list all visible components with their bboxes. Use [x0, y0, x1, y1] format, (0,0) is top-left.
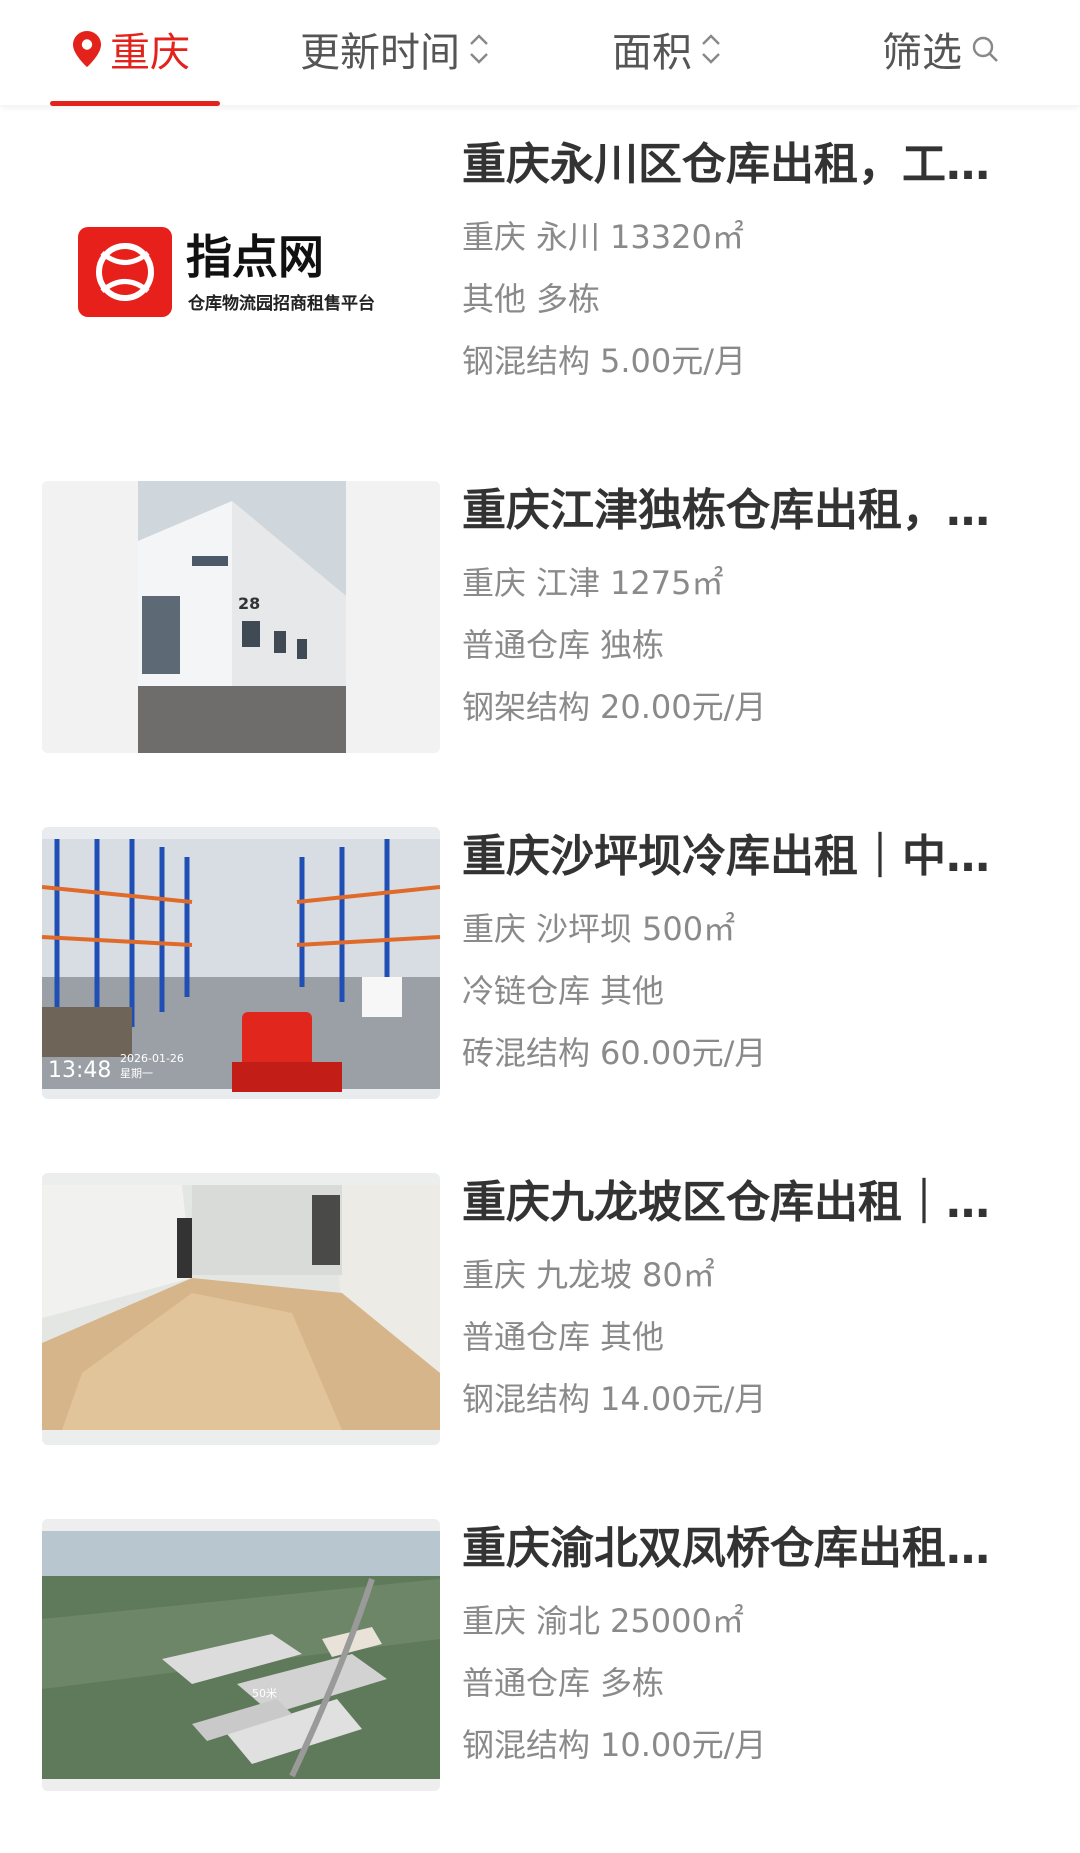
tab-area[interactable]: 面积 — [612, 18, 722, 80]
listing-district: 九龙坡 — [536, 1256, 633, 1294]
listing-area: 25000㎡ — [610, 1602, 744, 1640]
location-pin-icon — [72, 30, 102, 68]
listing-location: 重庆 江津 1275㎡ — [462, 563, 1007, 603]
listing-item[interactable]: 50米 重庆渝北双凤桥仓库出租… 重庆 渝北 25000㎡ 普通仓库 多栋 钢混结构 1… — [0, 1519, 1080, 1809]
photo-time: 13:48 — [48, 1058, 111, 1083]
listing-price-value: 5.00元/月 — [600, 342, 747, 380]
listing-info: 重庆九龙坡区仓库出租｜… 重庆 九龙坡 80㎡ 普通仓库 其他 钢混结构 14.00元/… — [462, 1173, 1007, 1419]
listing-area: 1275㎡ — [610, 564, 724, 602]
active-tab-indicator — [50, 101, 220, 106]
listing-info: 重庆江津独栋仓库出租，… 重庆 江津 1275㎡ 普通仓库 独栋 钢架结构 20.00元… — [462, 481, 1007, 727]
listing-area: 13320㎡ — [610, 218, 744, 256]
listing-structure: 钢混结构 — [462, 1380, 591, 1418]
listing-area: 80㎡ — [642, 1256, 715, 1294]
listing-thumbnail[interactable]: 28 — [42, 481, 440, 753]
listing-district: 永川 — [536, 218, 601, 256]
listing-price: 砖混结构 60.00元/月 — [462, 1033, 1007, 1073]
listing-item[interactable]: 指点网 仓库物流园招商租售平台 重庆永川区仓库出租，工业园区… 重庆永川1332… — [0, 135, 1080, 425]
building-number: 28 — [238, 594, 260, 613]
tab-update-time[interactable]: 更新时间 — [300, 18, 490, 80]
listing-building: 其他 — [600, 1318, 665, 1356]
tab-city-label: 重庆 — [110, 30, 190, 76]
logo-text: 指点网 — [186, 230, 324, 284]
listing-structure: 砖混结构 — [462, 1034, 591, 1072]
listing-title[interactable]: 重庆九龙坡区仓库出租｜… — [462, 1173, 1007, 1233]
listing-price: 钢混结构 10.00元/月 — [462, 1725, 1007, 1765]
search-icon — [970, 34, 1000, 64]
sort-updown-icon — [700, 31, 722, 67]
listing-warehouse-type: 普通仓库 — [462, 626, 591, 664]
listing-item[interactable]: 28 重庆江津独栋仓库出租，… 重庆 江津 1275㎡ 普通仓库 独栋 钢架结构 20.… — [0, 481, 1080, 771]
listing-type: 普通仓库 独栋 — [462, 625, 1007, 665]
listing-title[interactable]: 重庆渝北双凤桥仓库出租… — [462, 1519, 1007, 1579]
listing-type: 普通仓库 多栋 — [462, 1663, 1007, 1703]
listing-location: 重庆 永川 13320㎡ — [462, 217, 1007, 257]
listing-warehouse-type: 冷链仓库 — [462, 972, 591, 1010]
listing-title[interactable]: 重庆沙坪坝冷库出租｜中… — [462, 827, 1007, 887]
listing-building: 其他 — [600, 972, 665, 1010]
listing-city: 重庆 — [462, 218, 527, 256]
listing-building: 多栋 — [536, 280, 601, 318]
tab-filter[interactable]: 筛选 — [882, 18, 1000, 80]
listing-type: 其他 多栋 — [462, 279, 1007, 319]
listing-building: 多栋 — [600, 1664, 665, 1702]
listing-price: 钢架结构 20.00元/月 — [462, 687, 1007, 727]
listing-thumbnail[interactable] — [42, 1173, 440, 1445]
photo-date: 2026-01-26 — [120, 1052, 184, 1065]
tab-area-label: 面积 — [612, 30, 692, 76]
map-label: 50米 — [252, 1687, 277, 1700]
tab-city[interactable]: 重庆 — [72, 18, 190, 80]
listing-title[interactable]: 重庆江津独栋仓库出租，… — [462, 481, 1007, 541]
listing-price: 钢混结构 14.00元/月 — [462, 1379, 1007, 1419]
listing-title[interactable]: 重庆永川区仓库出租，工业园区… — [462, 135, 1007, 195]
listing-location: 重庆 九龙坡 80㎡ — [462, 1255, 1007, 1295]
filter-tab-bar: 重庆 更新时间 面积 筛选 — [0, 0, 1080, 106]
sort-updown-icon — [468, 31, 490, 67]
tab-update-time-label: 更新时间 — [300, 30, 460, 76]
listing-item[interactable]: 13:48 2026-01-26 星期一 重庆沙坪坝冷库出租｜中… 重庆 沙坪坝 5… — [0, 827, 1080, 1117]
listing-location: 重庆 沙坪坝 500㎡ — [462, 909, 1007, 949]
listing-city: 重庆 — [462, 564, 527, 602]
listing-city: 重庆 — [462, 910, 527, 948]
listing-info: 重庆永川区仓库出租，工业园区… 重庆永川13320㎡ 其他多栋 钢混结构5.00… — [462, 135, 1007, 381]
listing-price: 钢混结构 5.00元/月 — [462, 341, 1007, 381]
listing-info: 重庆沙坪坝冷库出租｜中… 重庆 沙坪坝 500㎡ 冷链仓库 其他 砖混结构 60.00元… — [462, 827, 1007, 1073]
listing-price-value: 60.00元/月 — [600, 1034, 767, 1072]
listing-structure: 钢架结构 — [462, 688, 591, 726]
listing-price-value: 10.00元/月 — [600, 1726, 767, 1764]
listing-city: 重庆 — [462, 1256, 527, 1294]
listing-city: 重庆 — [462, 1602, 527, 1640]
listing-district: 沙坪坝 — [536, 910, 633, 948]
listing-warehouse-type: 其他 — [462, 280, 527, 318]
listing-location: 重庆 渝北 25000㎡ — [462, 1601, 1007, 1641]
listing-warehouse-type: 普通仓库 — [462, 1318, 591, 1356]
listing-area: 500㎡ — [642, 910, 736, 948]
listing-type: 普通仓库 其他 — [462, 1317, 1007, 1357]
listing-type: 冷链仓库 其他 — [462, 971, 1007, 1011]
listing-price-value: 14.00元/月 — [600, 1380, 767, 1418]
listing-building: 独栋 — [600, 626, 665, 664]
listing-warehouse-type: 普通仓库 — [462, 1664, 591, 1702]
listing-price-value: 20.00元/月 — [600, 688, 767, 726]
listing-info: 重庆渝北双凤桥仓库出租… 重庆 渝北 25000㎡ 普通仓库 多栋 钢混结构 10.00… — [462, 1519, 1007, 1765]
listing-item[interactable]: 重庆九龙坡区仓库出租｜… 重庆 九龙坡 80㎡ 普通仓库 其他 钢混结构 14.00元/… — [0, 1173, 1080, 1463]
listing-structure: 钢混结构 — [462, 1726, 591, 1764]
logo-tagline: 仓库物流园招商租售平台 — [187, 293, 375, 314]
listing-district: 渝北 — [536, 1602, 601, 1640]
listing-district: 江津 — [536, 564, 601, 602]
listing-thumbnail[interactable]: 50米 — [42, 1519, 440, 1791]
listing-structure: 钢混结构 — [462, 342, 591, 380]
photo-weekday: 星期一 — [120, 1067, 153, 1080]
listing-thumbnail[interactable]: 指点网 仓库物流园招商租售平台 — [42, 135, 440, 407]
listing-thumbnail[interactable]: 13:48 2026-01-26 星期一 — [42, 827, 440, 1099]
tab-filter-label: 筛选 — [882, 30, 962, 76]
